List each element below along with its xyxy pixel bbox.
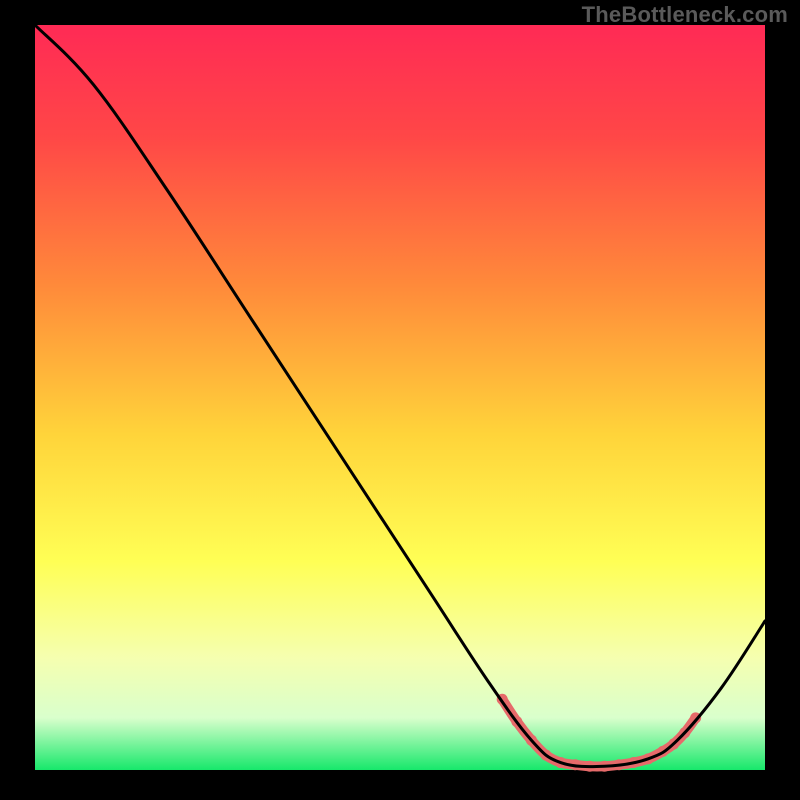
chart-frame: { "watermark": "TheBottleneck.com", "cha…	[0, 0, 800, 800]
watermark-text: TheBottleneck.com	[582, 2, 788, 28]
gradient-background	[35, 25, 765, 770]
gradient-curve-chart	[0, 0, 800, 800]
